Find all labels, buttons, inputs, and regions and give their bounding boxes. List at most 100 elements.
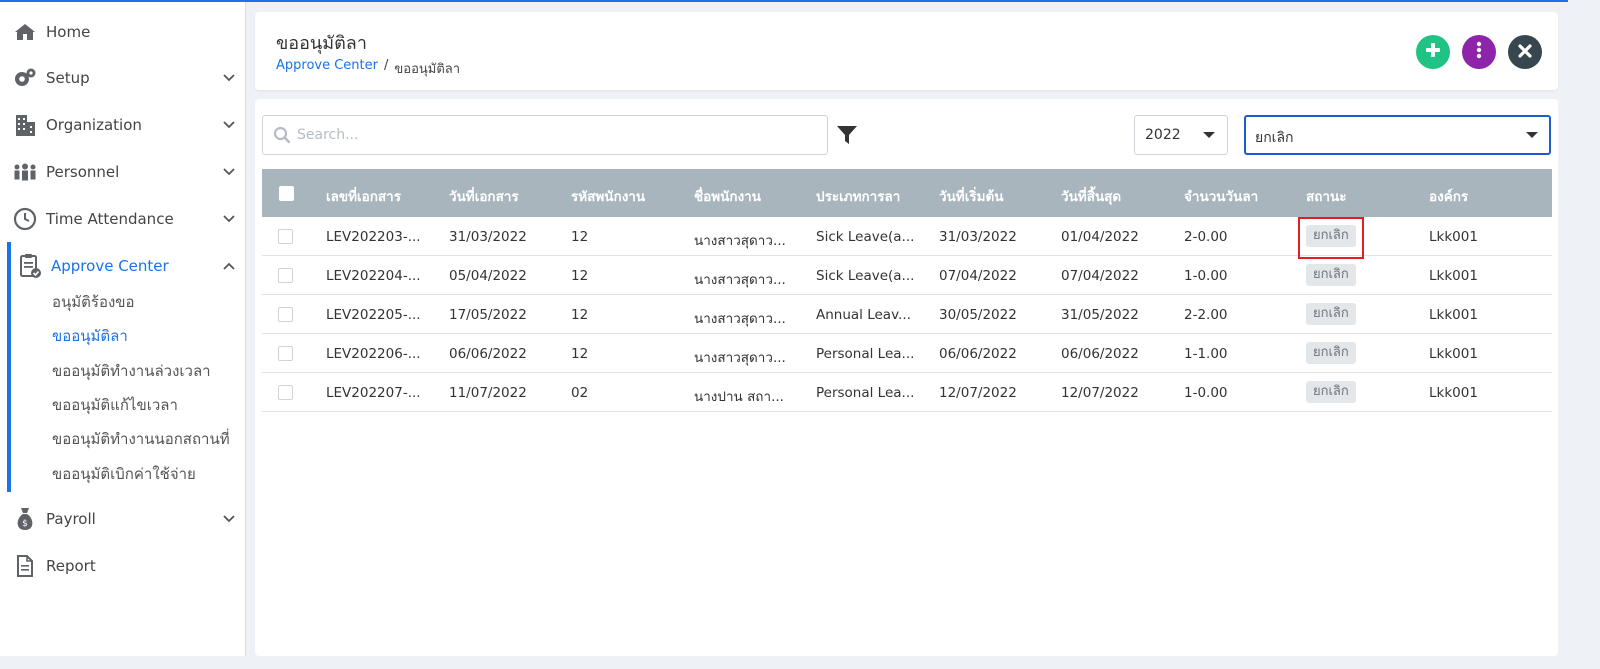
column-header[interactable]: วันที่เอกสาร bbox=[449, 185, 519, 207]
table-row[interactable]: LEV202204-... 05/04/2022 12 นางสาวสุดาว.… bbox=[262, 256, 1552, 295]
caret-down-icon bbox=[1203, 132, 1215, 138]
cell-emp-code: 12 bbox=[571, 229, 589, 245]
sidebar-item-label: Home bbox=[46, 23, 91, 41]
cell-days: 2-0.00 bbox=[1184, 229, 1228, 245]
cell-emp-name: นางสาวสุดาว... bbox=[694, 311, 786, 327]
search-input[interactable] bbox=[297, 124, 817, 146]
cell-doc-date: 17/05/2022 bbox=[449, 307, 527, 323]
sidebar-item-home[interactable]: Home bbox=[0, 14, 245, 50]
money-bag-icon: $ bbox=[12, 506, 38, 532]
sidebar-item-approve-center[interactable]: Approve Center bbox=[0, 248, 245, 284]
more-options-button[interactable] bbox=[1462, 35, 1496, 69]
cell-doc-no: LEV202204-... bbox=[326, 268, 421, 284]
search-icon bbox=[273, 126, 291, 144]
sidebar-item-payroll[interactable]: $ Payroll bbox=[0, 501, 245, 537]
column-header[interactable]: วันที่สิ้นสุด bbox=[1061, 185, 1121, 207]
close-icon bbox=[1518, 43, 1532, 62]
cell-emp-name: นางปาน สถา... bbox=[694, 389, 784, 405]
column-header[interactable]: วันที่เริ่มต้น bbox=[939, 185, 1003, 207]
cell-doc-no: LEV202205-... bbox=[326, 307, 421, 323]
column-header[interactable]: ประเภทการลา bbox=[816, 185, 900, 207]
caret-down-icon bbox=[1526, 132, 1538, 138]
cell-leave-type: Personal Lea... bbox=[816, 346, 915, 362]
chevron-down-icon bbox=[222, 512, 236, 526]
add-button[interactable] bbox=[1416, 35, 1450, 69]
column-header[interactable]: จำนวนวันลา bbox=[1184, 185, 1258, 207]
sidebar-item-label: Time Attendance bbox=[46, 210, 174, 228]
column-header[interactable]: รหัสพนักงาน bbox=[571, 185, 645, 207]
cell-start-date: 12/07/2022 bbox=[939, 385, 1017, 401]
sidebar-item-time-attendance[interactable]: Time Attendance bbox=[0, 201, 245, 237]
column-header[interactable]: เลขที่เอกสาร bbox=[326, 185, 401, 207]
sidebar-item-personnel[interactable]: Personnel bbox=[0, 154, 245, 190]
cell-org: Lkk001 bbox=[1429, 307, 1478, 323]
cell-leave-type: Sick Leave(a... bbox=[816, 229, 915, 245]
select-all-checkbox[interactable] bbox=[279, 186, 294, 201]
submenu-item-time-edit-approval[interactable]: ขออนุมัติแก้ไขเวลา bbox=[52, 393, 178, 417]
status-badge: ยกเลิก bbox=[1306, 264, 1356, 286]
row-checkbox[interactable] bbox=[278, 385, 293, 400]
submenu-item-approve-requests[interactable]: อนุมัติร้องขอ bbox=[52, 290, 135, 314]
cell-emp-name: นางสาวสุดาว... bbox=[694, 272, 786, 288]
cell-org: Lkk001 bbox=[1429, 346, 1478, 362]
cell-end-date: 07/04/2022 bbox=[1061, 268, 1139, 284]
cell-org: Lkk001 bbox=[1429, 229, 1478, 245]
row-checkbox[interactable] bbox=[278, 346, 293, 361]
cell-emp-code: 12 bbox=[571, 268, 589, 284]
sidebar-item-label: Organization bbox=[46, 116, 142, 134]
cell-days: 1-0.00 bbox=[1184, 268, 1228, 284]
gears-icon bbox=[12, 65, 38, 91]
content-panel: 2022 ยกเลิก เลขที่เอกสาร วันที่เอกสาร รห… bbox=[255, 99, 1558, 656]
row-checkbox[interactable] bbox=[278, 229, 293, 244]
cell-emp-code: 02 bbox=[571, 385, 589, 401]
sidebar: Home Setup Organization Personnel Time A… bbox=[0, 2, 246, 656]
cell-doc-date: 11/07/2022 bbox=[449, 385, 527, 401]
cell-days: 2-2.00 bbox=[1184, 307, 1228, 323]
column-header[interactable]: สถานะ bbox=[1306, 185, 1346, 207]
column-header[interactable]: ชื่อพนักงาน bbox=[694, 185, 761, 207]
submenu-item-expense-approval[interactable]: ขออนุมัติเบิกค่าใช้จ่าย bbox=[52, 462, 196, 486]
status-value: ยกเลิก bbox=[1255, 130, 1294, 146]
table-row[interactable]: LEV202206-... 06/06/2022 12 นางสาวสุดาว.… bbox=[262, 334, 1552, 373]
cell-leave-type: Personal Lea... bbox=[816, 385, 915, 401]
status-badge: ยกเลิก bbox=[1306, 342, 1356, 364]
submenu-item-overtime-approval[interactable]: ขออนุมัติทำงานล่วงเวลา bbox=[52, 359, 211, 383]
column-header[interactable]: องค์กร bbox=[1429, 185, 1468, 207]
submenu-item-offsite-approval[interactable]: ขออนุมัติทำงานนอกสถานที่ bbox=[52, 427, 230, 451]
cell-days: 1-0.00 bbox=[1184, 385, 1228, 401]
file-icon bbox=[12, 553, 38, 579]
cell-emp-code: 12 bbox=[571, 346, 589, 362]
sidebar-item-setup[interactable]: Setup bbox=[0, 60, 245, 96]
breadcrumb: Approve Center / ขออนุมัติลา bbox=[276, 58, 460, 79]
clock-icon bbox=[12, 206, 38, 232]
table-row[interactable]: LEV202205-... 17/05/2022 12 นางสาวสุดาว.… bbox=[262, 295, 1552, 334]
vertical-dots-icon bbox=[1476, 41, 1482, 63]
cell-org: Lkk001 bbox=[1429, 268, 1478, 284]
cell-emp-name: นางสาวสุดาว... bbox=[694, 233, 786, 249]
cell-doc-no: LEV202203-... bbox=[326, 229, 421, 245]
building-icon bbox=[12, 112, 38, 138]
sidebar-item-report[interactable]: Report bbox=[0, 548, 245, 584]
status-select[interactable]: ยกเลิก bbox=[1244, 115, 1551, 155]
filter-icon[interactable] bbox=[836, 124, 858, 146]
table-row[interactable]: LEV202203-... 31/03/2022 12 นางสาวสุดาว.… bbox=[262, 217, 1552, 259]
chevron-up-icon bbox=[222, 259, 236, 273]
search-box bbox=[262, 115, 828, 155]
chevron-down-icon bbox=[222, 212, 236, 226]
year-select[interactable]: 2022 bbox=[1134, 115, 1228, 155]
table-row[interactable]: LEV202207-... 11/07/2022 02 นางปาน สถา..… bbox=[262, 373, 1552, 412]
cell-start-date: 06/06/2022 bbox=[939, 346, 1017, 362]
page-header: ขออนุมัติลา Approve Center / ขออนุมัติลา bbox=[255, 12, 1558, 90]
status-badge: ยกเลิก bbox=[1306, 303, 1356, 325]
breadcrumb-link[interactable]: Approve Center bbox=[276, 58, 378, 79]
sidebar-item-organization[interactable]: Organization bbox=[0, 107, 245, 143]
submenu-item-leave-approval[interactable]: ขออนุมัติลา bbox=[52, 324, 128, 348]
close-button[interactable] bbox=[1508, 35, 1542, 69]
cell-emp-name: นางสาวสุดาว... bbox=[694, 350, 786, 366]
breadcrumb-separator: / bbox=[384, 58, 389, 73]
cell-days: 1-1.00 bbox=[1184, 346, 1228, 362]
home-icon bbox=[12, 19, 38, 45]
row-checkbox[interactable] bbox=[278, 307, 293, 322]
row-checkbox[interactable] bbox=[278, 268, 293, 283]
cell-start-date: 07/04/2022 bbox=[939, 268, 1017, 284]
